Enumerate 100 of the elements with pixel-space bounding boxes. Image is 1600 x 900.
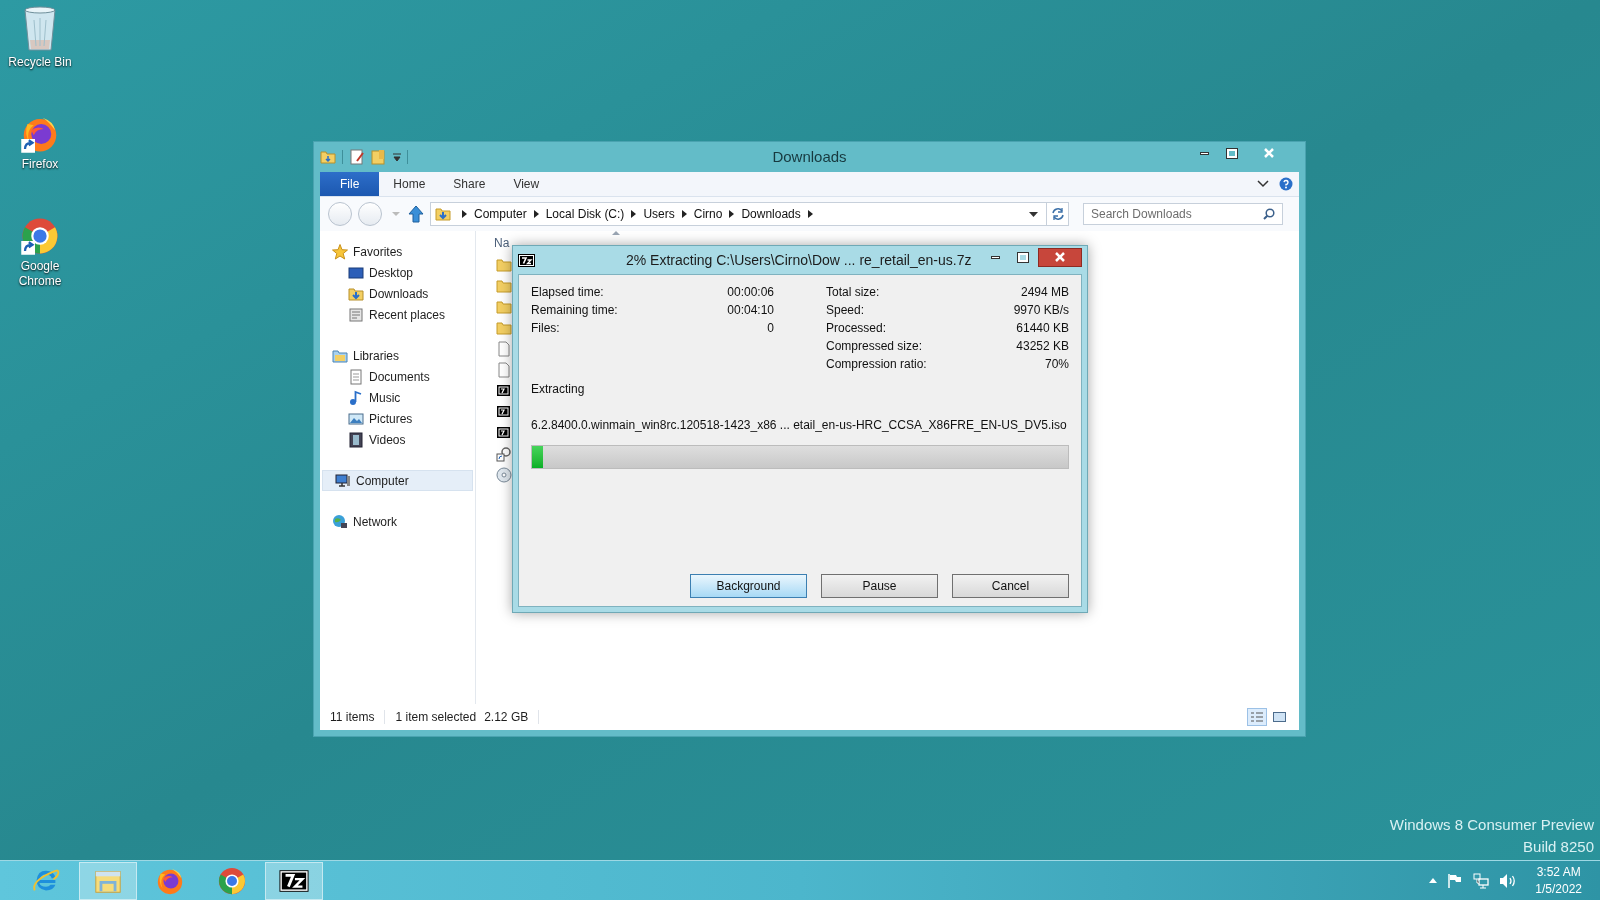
stat-label: Remaining time:	[531, 303, 618, 318]
window-title: Downloads	[772, 146, 847, 167]
stat-value: 2494 MB	[1020, 285, 1069, 300]
stat-value: 0	[767, 321, 774, 336]
stat-label: Processed:	[826, 321, 887, 336]
up-arrow-icon[interactable]	[408, 205, 424, 223]
folder-icon[interactable]	[496, 257, 512, 273]
recycle-bin-icon[interactable]	[22, 6, 58, 52]
chevron-icon[interactable]	[462, 210, 467, 218]
archive-icon[interactable]	[496, 404, 512, 420]
edition-text: Windows 8 Consumer Preview	[1389, 815, 1594, 835]
file-tab[interactable]: File	[320, 172, 380, 196]
folder-download-icon	[435, 206, 451, 222]
address-bar[interactable]: Computer Local Disk (C:) Users Cirno Downloads	[430, 202, 1069, 226]
archive-logo-icon	[518, 253, 535, 267]
column-header[interactable]: Na	[494, 234, 510, 247]
network-icon[interactable]	[1473, 872, 1490, 889]
nav-item[interactable]: Videos	[320, 429, 475, 450]
picture-icon	[348, 410, 364, 427]
globe-icon	[332, 513, 348, 530]
chevron-icon[interactable]	[807, 210, 813, 218]
help-icon[interactable]	[1279, 177, 1293, 191]
stat-value: 9970 KB/s	[1013, 303, 1069, 318]
document-icon	[348, 368, 364, 385]
close-button[interactable]	[1038, 247, 1082, 267]
stat-label: Files:	[531, 321, 560, 336]
dialog-title: 2% Extracting C:\Users\Cirno\Dow ... re_retail_en-us.7z	[626, 250, 972, 270]
stat-value: 43252 KB	[1016, 339, 1069, 354]
chevron-icon[interactable]	[729, 210, 735, 218]
chevron-icon[interactable]	[533, 210, 539, 218]
folder-icon[interactable]	[496, 278, 512, 294]
ribbon-tab[interactable]: Home	[379, 172, 440, 196]
expand-ribbon-icon[interactable]	[1257, 180, 1269, 188]
nav-item[interactable]: Network	[320, 511, 475, 532]
nav-item[interactable]: Pictures	[320, 408, 475, 429]
archive-icon[interactable]	[496, 425, 512, 441]
stat-value: 00:04:10	[727, 303, 774, 318]
search-field[interactable]: Search Downloads	[1083, 203, 1283, 225]
stat-label: Total size:	[826, 285, 880, 300]
nav-item[interactable]: Libraries	[320, 345, 475, 366]
nav-item[interactable]: Recent places	[320, 304, 475, 325]
stat-value: 00:00:06	[727, 285, 774, 300]
sort-arrow-icon	[612, 231, 620, 235]
clock-time[interactable]: 3:52 AM	[1536, 863, 1581, 881]
item-count: 11 items	[330, 709, 375, 726]
breadcrumb[interactable]: Users	[643, 205, 675, 223]
current-file-name: 6.2.8400.0.winmain_win8rc.120518-1423_x86 ... etail_en-us-HRC_CCSA_X86FRE_EN-US_DV5.iso	[531, 417, 1068, 434]
stat-label: Compressed size:	[826, 339, 923, 354]
breadcrumb[interactable]: Computer	[474, 205, 527, 223]
close-icon	[1055, 252, 1065, 262]
nav-item[interactable]: Computer	[322, 470, 473, 491]
nav-item[interactable]: Favorites	[320, 241, 475, 262]
archive-icon[interactable]	[496, 383, 512, 399]
ribbon-tab[interactable]: View	[499, 172, 554, 196]
chrome-icon	[217, 865, 247, 896]
large-icons-icon	[1272, 712, 1286, 722]
nav-item[interactable]: Documents	[320, 366, 475, 387]
folder-icon[interactable]	[496, 320, 512, 336]
details-view-icon	[1251, 712, 1263, 722]
library-icon	[332, 347, 348, 364]
star-icon	[332, 243, 348, 260]
document-list-icon	[348, 306, 364, 323]
dialog-button[interactable]: Cancel	[952, 574, 1069, 598]
folder-properties-icon[interactable]	[320, 149, 336, 165]
desktop-icon	[348, 264, 364, 281]
film-icon	[348, 431, 364, 448]
breadcrumb[interactable]: Cirno	[693, 205, 723, 223]
desktop-icon-label[interactable]: Google Chrome	[3, 259, 77, 289]
music-note-icon	[348, 389, 364, 406]
breadcrumb[interactable]: Local Disk (C:)	[545, 205, 625, 223]
dialog-button[interactable]: Background	[690, 574, 807, 598]
computer-icon	[335, 472, 351, 489]
search-icon[interactable]	[1263, 208, 1275, 220]
folder-icon	[348, 285, 364, 302]
dropdown-icon[interactable]	[1029, 211, 1038, 217]
selection-size: 2.12 GB	[484, 709, 529, 726]
stat-label: Speed:	[826, 303, 865, 318]
chevron-icon[interactable]	[631, 210, 637, 218]
stat-value: 61440 KB	[1016, 321, 1069, 336]
customize-toolbar-icon[interactable]	[393, 153, 401, 161]
ribbon-tab[interactable]: Share	[439, 172, 500, 196]
selection-info: 1 item selected	[395, 709, 477, 726]
flag-icon[interactable]	[1447, 872, 1464, 889]
nav-item[interactable]: Music	[320, 387, 475, 408]
show-hidden-icons-icon[interactable]	[1429, 878, 1438, 883]
taskbar-button[interactable]	[265, 861, 323, 900]
disc-icon[interactable]	[496, 467, 512, 483]
chevron-icon[interactable]	[681, 210, 687, 218]
edition-text: Build 8250	[1523, 837, 1594, 857]
dialog-button[interactable]: Pause	[821, 574, 938, 598]
properties-icon[interactable]	[349, 149, 365, 165]
status-label: Extracting	[531, 381, 586, 398]
breadcrumb[interactable]: Downloads	[741, 205, 801, 223]
nav-item[interactable]: Desktop	[320, 262, 475, 283]
volume-icon[interactable]	[1499, 872, 1518, 889]
chrome-icon[interactable]	[20, 216, 60, 256]
stat-label: Elapsed time:	[531, 285, 604, 300]
folder-icon[interactable]	[496, 299, 512, 315]
nav-item[interactable]: Downloads	[320, 283, 475, 304]
shortcut-icon[interactable]	[496, 446, 512, 462]
